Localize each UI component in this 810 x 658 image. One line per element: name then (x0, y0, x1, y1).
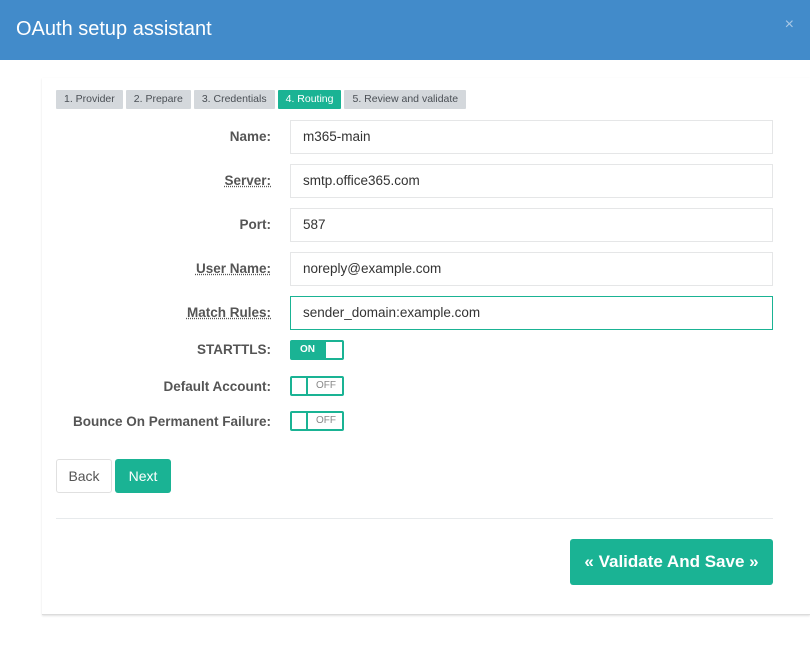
name-field[interactable]: m365-main (290, 120, 773, 154)
name-label: Name: (229, 129, 271, 144)
next-button[interactable]: Next (115, 459, 171, 493)
close-icon[interactable]: × (785, 16, 794, 34)
toggle-knob (292, 378, 308, 394)
bounce-label: Bounce On Permanent Failure: (72, 414, 271, 429)
dialog-title: OAuth setup assistant (16, 18, 212, 40)
toggle-knob (326, 342, 342, 358)
bounce-state: OFF (316, 415, 336, 426)
username-row: User Name: noreply@example.com (56, 252, 773, 286)
server-label: Server: (224, 173, 271, 188)
username-label: User Name: (195, 261, 271, 276)
starttls-row: STARTTLS: ON (56, 333, 773, 367)
default-account-state: OFF (316, 380, 336, 391)
match-rules-row: Match Rules: sender_domain:example.com (56, 296, 773, 330)
server-row: Server: smtp.office365.com (56, 164, 773, 198)
step-credentials[interactable]: 3. Credentials (193, 90, 275, 109)
oauth-setup-dialog: OAuth setup assistant × 1. Provider 2. P… (0, 0, 810, 658)
port-label: Port: (239, 217, 272, 232)
default-account-toggle[interactable]: OFF (290, 376, 344, 396)
port-field[interactable]: 587 (290, 208, 773, 242)
match-rules-field[interactable]: sender_domain:example.com (290, 296, 773, 330)
divider (56, 518, 773, 519)
server-field[interactable]: smtp.office365.com (290, 164, 773, 198)
default-account-row: Default Account: OFF (56, 370, 773, 404)
match-rules-label: Match Rules: (186, 305, 271, 320)
wizard-steps: 1. Provider 2. Prepare 3. Credentials 4.… (56, 90, 467, 109)
step-prepare[interactable]: 2. Prepare (125, 90, 191, 109)
back-button[interactable]: Back (56, 459, 112, 493)
dialog-header: OAuth setup assistant × (0, 0, 810, 60)
step-review-and-validate[interactable]: 5. Review and validate (344, 90, 467, 109)
bounce-row: Bounce On Permanent Failure: OFF (56, 405, 773, 439)
username-field[interactable]: noreply@example.com (290, 252, 773, 286)
bounce-toggle[interactable]: OFF (290, 411, 344, 431)
step-routing[interactable]: 4. Routing (277, 90, 342, 109)
default-account-label: Default Account: (163, 379, 272, 394)
validate-and-save-button[interactable]: « Validate And Save » (570, 539, 773, 585)
toggle-knob (292, 413, 308, 429)
step-provider[interactable]: 1. Provider (56, 90, 123, 109)
starttls-label: STARTTLS: (197, 342, 271, 357)
name-row: Name: m365-main (56, 120, 773, 154)
starttls-state: ON (300, 344, 315, 355)
starttls-toggle[interactable]: ON (290, 340, 344, 360)
port-row: Port: 587 (56, 208, 773, 242)
